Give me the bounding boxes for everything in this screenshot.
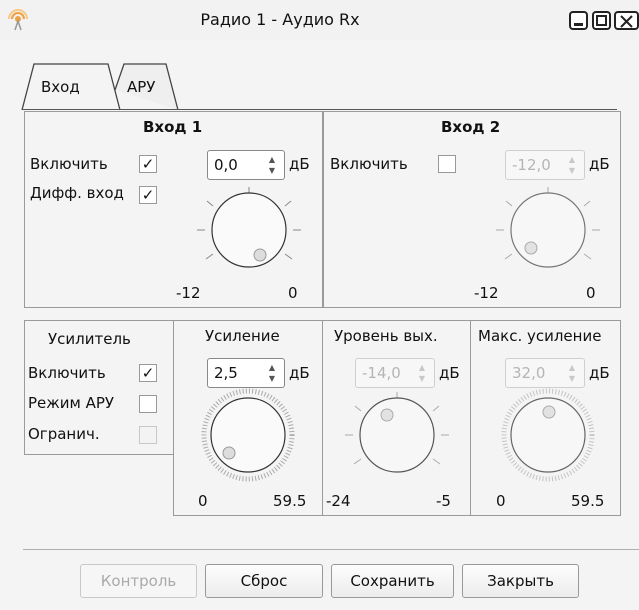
close-icon <box>620 15 633 28</box>
reset-button[interactable]: Сброс <box>205 564 323 598</box>
out-level-min: -24 <box>326 492 351 510</box>
tab-agc[interactable]: АРУ <box>127 78 155 96</box>
input1-diff-label: Дифф. вход <box>30 184 124 202</box>
input1-title: Вход 1 <box>143 118 203 136</box>
input1-enable-checkbox[interactable]: ✓ <box>139 155 157 173</box>
gain-knob[interactable] <box>193 385 303 485</box>
tab-input[interactable]: Вход <box>41 78 80 96</box>
max-gain-unit: дБ <box>589 364 610 382</box>
out-level-unit: дБ <box>439 364 460 382</box>
amplifier-limit-label: Огранич. <box>28 425 100 443</box>
amplifier-agc-checkbox[interactable] <box>139 395 157 413</box>
spin-arrows-icon[interactable]: ▲ ▼ <box>263 154 281 176</box>
input1-enable-label: Включить <box>30 155 108 173</box>
gain-spinbox[interactable]: 2,5 ▲ ▼ <box>207 358 285 388</box>
minimize-button[interactable] <box>569 11 588 30</box>
gain-unit: дБ <box>289 364 310 382</box>
input2-enable-checkbox[interactable] <box>438 155 456 173</box>
maximize-button[interactable] <box>592 11 611 30</box>
window-title: Радио 1 - Аудио Rx <box>200 10 360 29</box>
input1-level-value: 0,0 <box>214 156 238 174</box>
gain-title: Усиление <box>205 327 280 345</box>
out-level-knob[interactable] <box>342 385 452 485</box>
gain-min: 0 <box>198 492 208 510</box>
amplifier-enable-label: Включить <box>28 364 106 382</box>
spin-arrows-icon[interactable]: ▲ ▼ <box>563 154 581 176</box>
input1-diff-checkbox[interactable]: ✓ <box>139 186 157 204</box>
input2-enable-label: Включить <box>330 155 408 173</box>
gain-value: 2,5 <box>214 364 238 382</box>
input1-knob[interactable] <box>194 180 304 280</box>
input2-max: 0 <box>586 284 596 302</box>
max-gain-spinbox[interactable]: 32,0 ▲ ▼ <box>505 358 585 388</box>
max-gain-min: 0 <box>496 492 506 510</box>
amplifier-enable-checkbox[interactable]: ✓ <box>139 364 157 382</box>
input1-max: 0 <box>288 284 298 302</box>
input1-unit: дБ <box>289 155 310 173</box>
spin-arrows-icon[interactable]: ▲ ▼ <box>563 362 581 384</box>
input2-level-spinbox[interactable]: -12,0 ▲ ▼ <box>505 150 585 180</box>
max-gain-max: 59.5 <box>571 492 605 510</box>
amplifier-title: Усилитель <box>48 330 131 348</box>
out-level-value: -14,0 <box>362 364 401 382</box>
amplifier-limit-checkbox[interactable] <box>139 426 157 444</box>
close-window-button[interactable] <box>614 11 639 30</box>
gain-max: 59.5 <box>273 492 307 510</box>
amplifier-agc-label: Режим АРУ <box>28 394 115 412</box>
input2-title: Вход 2 <box>441 118 501 136</box>
input1-min: -12 <box>176 284 201 302</box>
out-level-spinbox[interactable]: -14,0 ▲ ▼ <box>355 358 435 388</box>
input2-unit: дБ <box>589 155 610 173</box>
max-gain-title: Макс. усиление <box>478 327 602 345</box>
bottom-separator <box>23 549 639 550</box>
input2-knob[interactable] <box>493 180 603 280</box>
save-button[interactable]: Сохранить <box>331 564 454 598</box>
input1-level-spinbox[interactable]: 0,0 ▲ ▼ <box>207 150 285 180</box>
close-button[interactable]: Закрыть <box>462 564 579 598</box>
out-level-max: -5 <box>436 492 451 510</box>
out-level-title: Уровень вых. <box>334 327 438 345</box>
spin-arrows-icon[interactable]: ▲ ▼ <box>413 362 431 384</box>
tab-baseline <box>22 109 617 110</box>
control-button[interactable]: Контроль <box>80 564 197 598</box>
max-gain-value: 32,0 <box>512 364 546 382</box>
spin-arrows-icon[interactable]: ▲ ▼ <box>263 362 281 384</box>
input2-level-value: -12,0 <box>512 156 551 174</box>
max-gain-knob[interactable] <box>493 385 603 485</box>
input2-min: -12 <box>474 284 499 302</box>
